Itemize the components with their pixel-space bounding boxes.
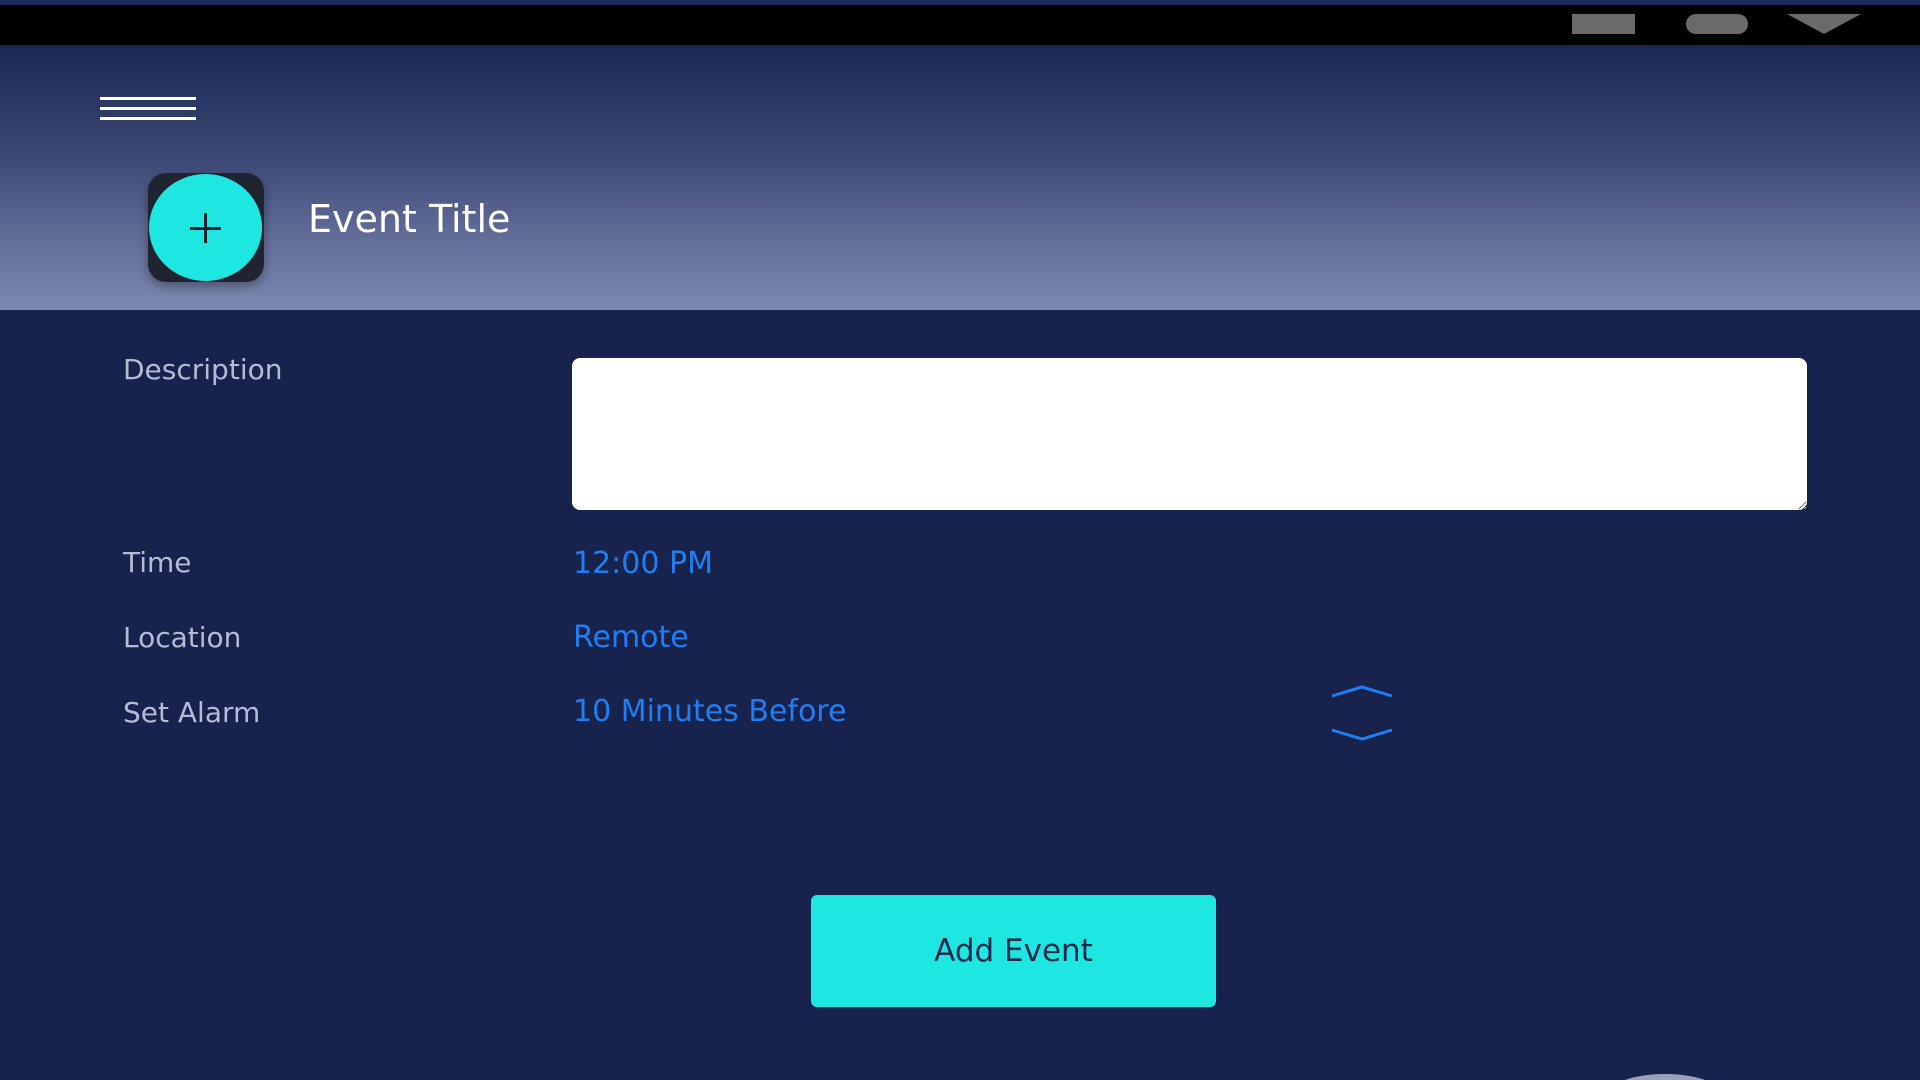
chevron-up-icon[interactable] — [1330, 683, 1394, 699]
chevron-down-icon[interactable] — [1330, 727, 1394, 743]
description-input[interactable] — [572, 358, 1807, 510]
status-pill-icon — [1686, 14, 1748, 34]
hamburger-menu-icon[interactable] — [100, 97, 196, 123]
add-event-button[interactable]: Add Event — [811, 895, 1216, 1007]
menu-line — [100, 107, 196, 110]
plus-icon-bar — [190, 227, 221, 230]
description-label: Description — [123, 353, 283, 386]
alarm-value[interactable]: 10 Minutes Before — [573, 697, 846, 727]
header — [0, 45, 1920, 310]
location-label: Location — [123, 621, 242, 654]
status-triangle-icon — [1787, 14, 1861, 34]
menu-line — [100, 97, 196, 100]
alarm-label: Set Alarm — [123, 696, 261, 729]
event-title[interactable]: Event Title — [308, 200, 510, 238]
status-bar — [0, 5, 1920, 45]
status-rect-icon — [1572, 14, 1635, 34]
plus-circle — [149, 174, 262, 281]
add-event-icon-button[interactable] — [148, 173, 264, 282]
bottom-partial-icon — [1595, 1065, 1735, 1080]
time-value[interactable]: 12:00 PM — [573, 549, 713, 579]
event-editor-screen: Event Title Description Time 12:00 PM Lo… — [0, 0, 1920, 1080]
time-label: Time — [123, 546, 192, 579]
location-value[interactable]: Remote — [573, 623, 689, 653]
menu-line — [100, 117, 196, 120]
